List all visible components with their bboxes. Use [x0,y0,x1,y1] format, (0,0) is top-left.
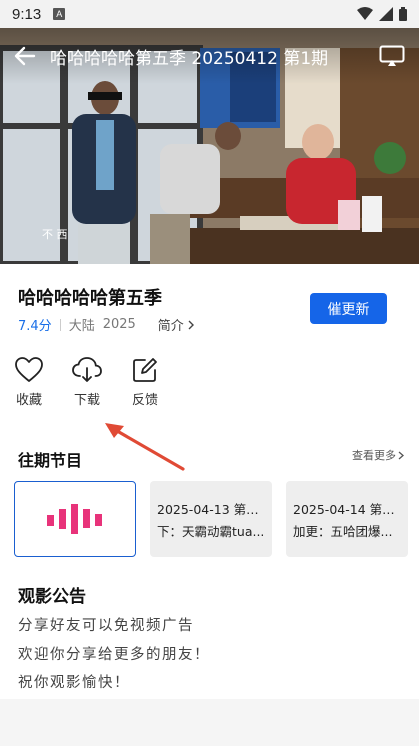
favorite-button[interactable]: 收藏 [14,357,44,408]
chevron-right-icon [398,451,404,459]
notice-body: 分享好友可以免视频广告 欢迎你分享给更多的朋友！ 祝你观影愉快！ [18,615,210,701]
action-row: 收藏 下载 反馈 [14,357,160,408]
bottom-bar [0,699,419,746]
notice-line: 欢迎你分享给更多的朋友！ [18,646,210,663]
signal-icon [379,7,393,21]
feedback-button[interactable]: 反馈 [130,357,160,408]
status-icons [357,7,407,21]
show-rating: 7.4分 [18,319,52,334]
status-time: 9:13 [12,5,42,23]
video-player[interactable]: 哈哈哈哈哈第五季 20250412 第1期 不 西 [0,28,419,264]
intro-link[interactable]: 简介 [158,315,195,334]
see-more-label: 查看更多 [352,449,396,462]
notification-icon: A [53,8,66,20]
download-button[interactable]: 下载 [72,357,102,408]
notice-line: 祝你观影愉快！ [18,675,130,691]
episodes-title: 往期节目 [18,451,83,470]
episode-card-playing[interactable] [14,481,136,557]
episode-date: 2025-04-14 第1期 [293,502,402,517]
meta-divider [59,318,61,331]
episode-title: 加更：五哈团爆... [293,524,393,539]
status-bar: 9:13 A [0,0,419,28]
show-title: 哈哈哈哈哈第五季 [18,288,162,309]
intro-label: 简介 [157,319,184,334]
notice-title: 观影公告 [18,587,86,607]
playing-equalizer-icon [47,504,102,534]
feedback-label: 反馈 [131,393,158,408]
video-title: 哈哈哈哈哈第五季 20250412 第1期 [50,48,329,69]
favorite-label: 收藏 [15,393,42,408]
episode-date: 2025-04-13 第1期 [157,502,266,517]
video-topbar: 哈哈哈哈哈第五季 20250412 第1期 [0,28,419,84]
chevron-right-icon [188,320,194,329]
download-label: 下载 [73,393,100,408]
episode-card[interactable]: 2025-04-14 第1期 加更：五哈团爆... [286,481,408,557]
cast-icon[interactable] [379,45,405,67]
wifi-icon [357,7,373,20]
heart-icon [15,357,43,382]
episode-title: 下：天霸动霸tua... [157,524,265,539]
see-more-link[interactable]: 查看更多 [352,447,404,463]
cloud-download-icon [72,357,102,382]
show-meta: 7.4分 大陆 2025 简介 [18,315,195,334]
back-arrow-icon[interactable] [14,46,36,66]
show-year: 2025 [102,317,136,332]
episode-card[interactable]: 2025-04-13 第1期 下：天霸动霸tua... [150,481,272,557]
annotation-arrow [105,423,185,471]
urge-update-button[interactable]: 催更新 [310,293,387,324]
show-region: 大陆 [68,319,95,334]
edit-icon [133,358,157,382]
video-watermark: 不 西 [42,228,68,241]
battery-icon [399,7,407,21]
notice-line: 分享好友可以免视频广告 [18,618,194,634]
